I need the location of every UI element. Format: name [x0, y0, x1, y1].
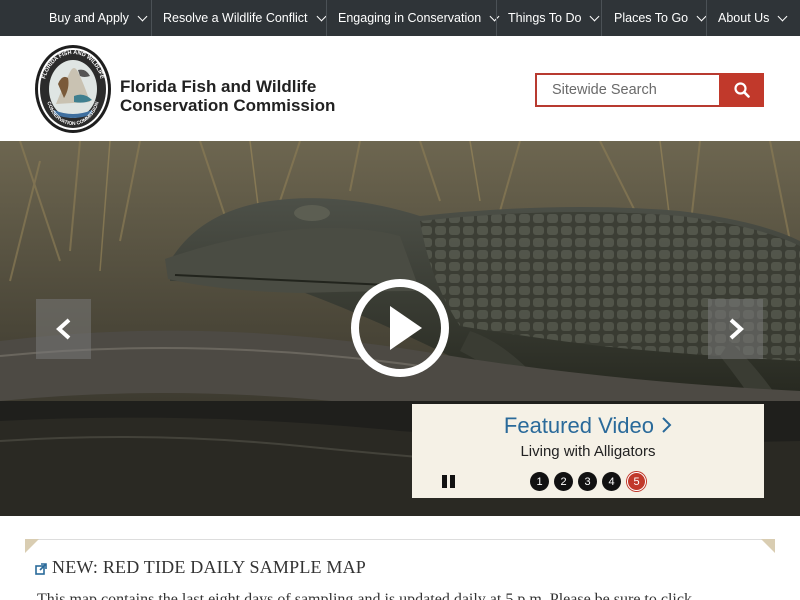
top-navigation: Buy and Apply Resolve a Wildlife Conflic…	[0, 0, 800, 36]
carousel-previous-button[interactable]	[36, 299, 91, 359]
external-link-icon	[35, 563, 47, 575]
chevron-down-icon	[589, 11, 600, 21]
carousel-pause-button[interactable]	[442, 475, 458, 491]
corner-decoration	[25, 539, 39, 553]
carousel-slide-2[interactable]: 2	[554, 472, 573, 491]
corner-decoration	[761, 539, 775, 553]
carousel-slide-3[interactable]: 3	[578, 472, 597, 491]
nav-item-resolve-wildlife-conflict[interactable]: Resolve a Wildlife Conflict	[163, 0, 326, 36]
organization-name[interactable]: Florida Fish and Wildlife Conservation C…	[120, 77, 335, 115]
nav-label: Places To Go	[614, 11, 689, 25]
chevron-right-icon	[729, 318, 744, 340]
play-icon	[390, 306, 422, 350]
nav-item-about-us[interactable]: About Us	[718, 0, 788, 36]
nav-divider	[601, 0, 602, 36]
site-header: FLORIDA FISH AND WILDLIFE CONSERVATION C…	[0, 36, 800, 141]
featured-video-title: Featured Video	[503, 413, 654, 438]
chevron-down-icon	[489, 11, 500, 21]
search-button[interactable]	[719, 73, 764, 107]
nav-label: Things To Do	[508, 11, 582, 25]
fwc-seal-logo[interactable]: FLORIDA FISH AND WILDLIFE CONSERVATION C…	[34, 44, 112, 134]
chevron-right-icon	[662, 417, 672, 433]
sitewide-search-input[interactable]	[535, 73, 721, 107]
nav-label: About Us	[718, 11, 770, 25]
carousel-slide-4[interactable]: 4	[602, 472, 621, 491]
featured-video-link[interactable]: Featured Video	[412, 413, 764, 439]
announcement-title-link[interactable]: NEW: RED TIDE DAILY SAMPLE MAP	[52, 557, 366, 578]
nav-divider	[151, 0, 152, 36]
nav-divider	[326, 0, 327, 36]
chevron-down-icon	[137, 11, 148, 21]
nav-item-engaging-in-conservation[interactable]: Engaging in Conservation	[338, 0, 500, 36]
pause-icon-bar	[442, 475, 447, 488]
chevron-down-icon	[777, 11, 788, 21]
nav-item-places-to-go[interactable]: Places To Go	[614, 0, 707, 36]
chevron-left-icon	[55, 318, 70, 340]
chevron-down-icon	[316, 11, 326, 21]
nav-divider	[496, 0, 497, 36]
announcement-text: This map contains the last eight days of…	[37, 591, 692, 600]
featured-video-subtitle: Living with Alligators	[520, 443, 656, 460]
carousel-next-button[interactable]	[708, 299, 763, 359]
nav-label: Resolve a Wildlife Conflict	[163, 11, 308, 25]
nav-label: Engaging in Conservation	[338, 11, 482, 25]
search-icon	[733, 82, 750, 98]
carousel-slide-1[interactable]: 1	[530, 472, 549, 491]
play-video-button[interactable]	[350, 278, 450, 378]
org-name-line-2: Conservation Commission	[120, 96, 336, 115]
org-name-line-1: Florida Fish and Wildlife	[120, 77, 317, 96]
carousel-slide-5[interactable]: 5	[627, 472, 646, 491]
nav-item-buy-and-apply[interactable]: Buy and Apply	[49, 0, 148, 36]
hero-carousel: Featured Video Living with Alligators 1 …	[0, 141, 800, 516]
nav-label: Buy and Apply	[49, 11, 129, 25]
pause-icon-bar	[450, 475, 455, 488]
nav-item-things-to-do[interactable]: Things To Do	[508, 0, 600, 36]
nav-divider	[706, 0, 707, 36]
